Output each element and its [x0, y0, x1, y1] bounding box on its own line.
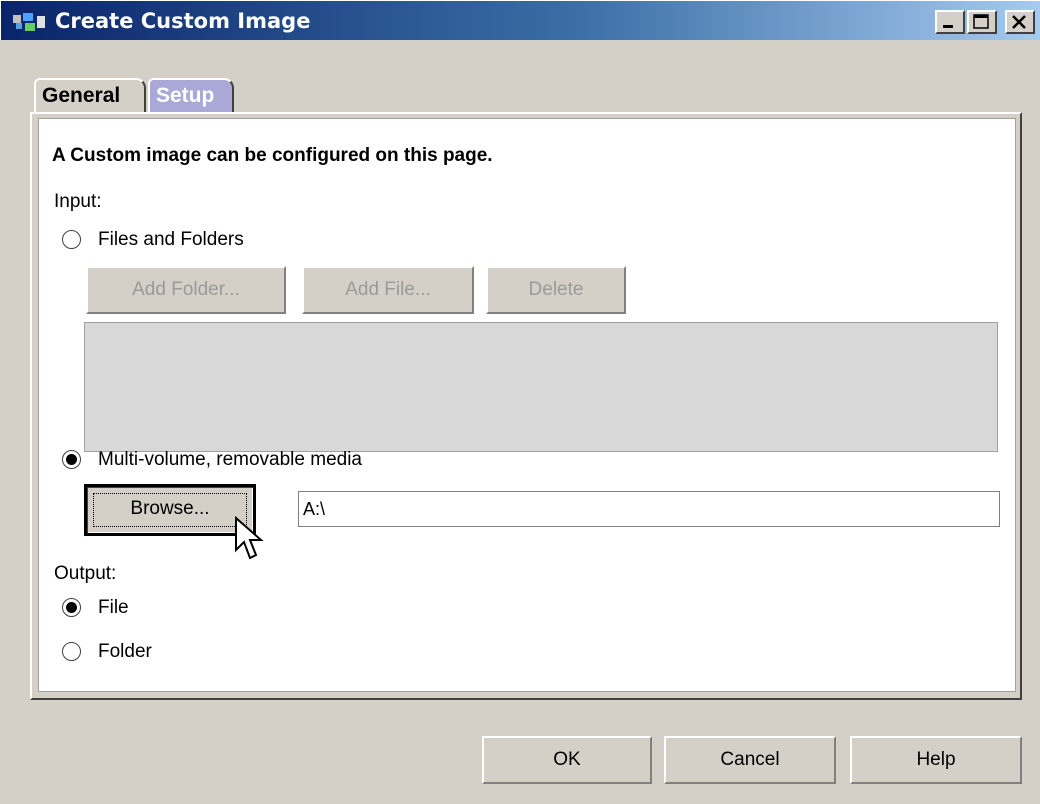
maximize-button[interactable] [967, 10, 997, 34]
tab-setup[interactable]: Setup [148, 78, 234, 114]
files-folders-label[interactable]: Files and Folders [98, 228, 244, 252]
tab-general[interactable]: General [34, 78, 146, 114]
add-folder-button[interactable]: Add Folder... [86, 266, 286, 314]
cancel-button[interactable]: Cancel [664, 736, 836, 784]
multivolume-radio[interactable] [62, 450, 81, 469]
page-heading: A Custom image can be configured on this… [52, 145, 493, 166]
delete-button[interactable]: Delete [486, 266, 626, 314]
output-folder-label[interactable]: Folder [98, 640, 152, 664]
maximize-icon [973, 14, 989, 29]
close-button[interactable] [1005, 10, 1035, 34]
output-file-radio[interactable] [62, 598, 81, 617]
add-file-button[interactable]: Add File... [302, 266, 474, 314]
ok-button[interactable]: OK [482, 736, 652, 784]
output-label: Output: [54, 563, 117, 584]
browse-button[interactable]: Browse... [84, 484, 256, 536]
input-label: Input: [54, 191, 102, 212]
mouse-cursor-icon [235, 516, 264, 560]
multivolume-label[interactable]: Multi-volume, removable media [98, 448, 362, 472]
focus-rect [93, 493, 247, 527]
media-path-input[interactable]: A:\ [298, 491, 1000, 527]
window-title: Create Custom Image [55, 9, 311, 33]
title-bar[interactable]: Create Custom Image [0, 0, 1040, 40]
files-list[interactable] [84, 322, 998, 452]
output-file-label[interactable]: File [98, 596, 129, 620]
output-folder-radio[interactable] [62, 642, 81, 661]
minimize-button[interactable] [935, 10, 965, 34]
minimize-icon [943, 25, 953, 28]
close-icon [1012, 15, 1026, 29]
files-folders-radio[interactable] [62, 230, 81, 249]
app-icon [13, 13, 45, 31]
help-button[interactable]: Help [850, 736, 1022, 784]
